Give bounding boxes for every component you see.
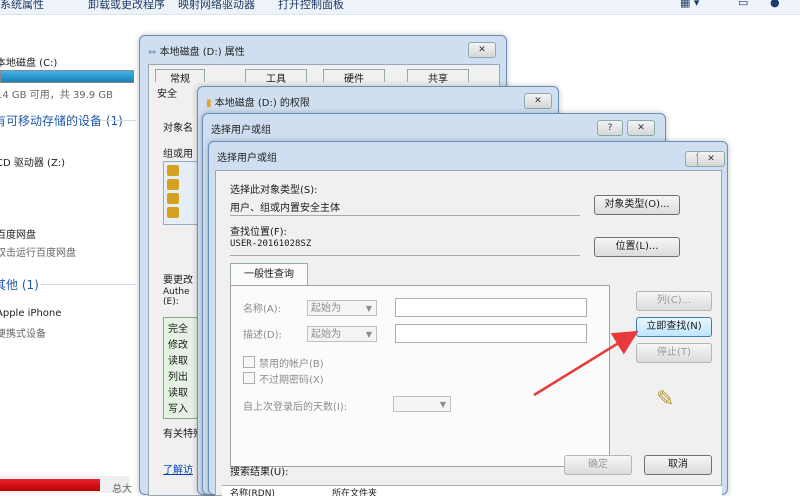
annotation-arrow	[533, 330, 639, 397]
red-arrow-line	[533, 330, 639, 397]
